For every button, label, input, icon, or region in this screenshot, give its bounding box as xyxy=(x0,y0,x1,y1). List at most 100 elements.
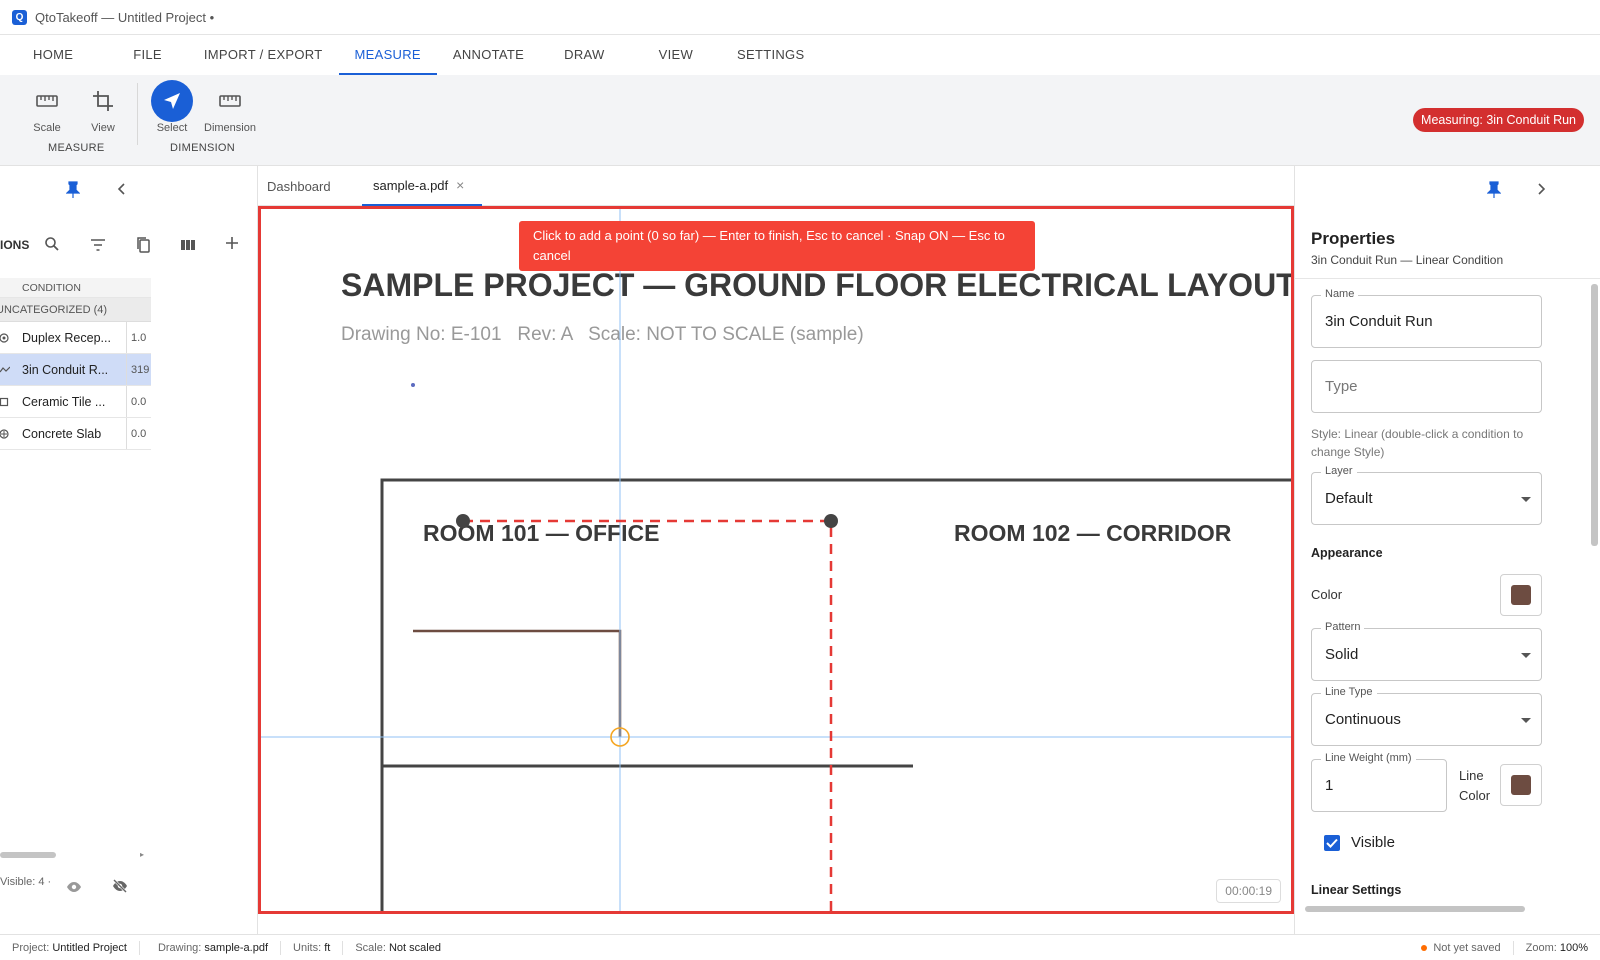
menu-bar: HOME FILE IMPORT / EXPORT MEASURE ANNOTA… xyxy=(0,35,1600,75)
layer-select[interactable]: Layer Default xyxy=(1311,465,1542,525)
condition-row[interactable]: Ceramic Tile ... 0.0 xyxy=(0,386,151,418)
line-color-swatch xyxy=(1511,775,1531,795)
collapse-right-icon[interactable] xyxy=(1537,182,1547,201)
ruler-icon xyxy=(209,80,251,122)
color-swatch-button[interactable] xyxy=(1500,574,1542,616)
document-tabs: Dashboard sample-a.pdf × xyxy=(258,166,1294,206)
status-project: Project: Untitled Project xyxy=(0,940,140,955)
tab-sample-pdf[interactable]: sample-a.pdf × xyxy=(362,166,482,206)
columns-icon[interactable] xyxy=(180,238,196,256)
condition-quantity: 1.0 xyxy=(126,322,151,353)
condition-name: 3in Conduit R... xyxy=(22,362,109,377)
drawing-meta: Drawing No: E-101 Rev: A Scale: NOT TO S… xyxy=(341,324,864,345)
line-type-select[interactable]: Line Type Continuous xyxy=(1311,686,1542,746)
ribbon-toolbar: Scale View Select Dimension MEASURE DIME… xyxy=(0,75,1600,166)
tab-draw[interactable]: DRAW xyxy=(540,35,636,75)
appearance-heading: Appearance xyxy=(1311,546,1383,560)
tab-annotate[interactable]: ANNOTATE xyxy=(437,35,540,75)
color-label: Color xyxy=(1311,587,1343,602)
line-weight-input[interactable]: Line Weight (mm) 1 xyxy=(1311,752,1447,812)
conduit-run-line[interactable] xyxy=(413,629,622,737)
style-note: Style: Linear (double-click a condition … xyxy=(1311,427,1524,459)
drawing-svg[interactable]: SAMPLE PROJECT — GROUND FLOOR ELECTRICAL… xyxy=(261,209,1291,911)
condition-name: Ceramic Tile ... xyxy=(22,394,106,409)
status-scale: Scale: Not scaled xyxy=(355,941,441,954)
tab-dashboard[interactable]: Dashboard xyxy=(267,166,331,206)
status-units: Units: ft xyxy=(281,940,344,955)
chevron-down-icon xyxy=(1521,718,1531,723)
condition-quantity: 0.0 xyxy=(126,418,151,449)
condition-column-header[interactable]: CONDITION xyxy=(0,278,151,298)
select-tool-label: Select xyxy=(156,122,188,134)
condition-quantity: 319 xyxy=(126,354,151,385)
properties-title: Properties xyxy=(1311,229,1396,248)
status-zoom: Zoom: 100% xyxy=(1525,941,1588,954)
chevron-down-icon xyxy=(1521,497,1531,502)
measure-group-label: MEASURE xyxy=(48,142,105,154)
tab-measure[interactable]: MEASURE xyxy=(338,35,437,75)
view-tool-label: View xyxy=(91,122,115,134)
dimension-measure-line xyxy=(463,519,833,911)
conditions-panel: IONS CONDITION UNCATEGORIZED (4) Duplex … xyxy=(0,166,258,934)
select-tool-button[interactable]: Select xyxy=(151,80,193,134)
properties-divider xyxy=(1295,278,1600,279)
type-field[interactable]: Type xyxy=(1311,360,1542,413)
title-bar: Q QtoTakeoff — Untitled Project • xyxy=(0,0,1600,35)
drawing-canvas[interactable]: SAMPLE PROJECT — GROUND FLOOR ELECTRICAL… xyxy=(258,206,1294,914)
eye-off-icon[interactable] xyxy=(112,879,128,898)
condition-group-header[interactable]: UNCATEGORIZED (4) xyxy=(0,298,151,322)
room-102-label: ROOM 102 — CORRIDOR xyxy=(954,520,1232,546)
horizontal-scrollbar-thumb[interactable] xyxy=(0,852,56,858)
properties-subtitle: 3in Conduit Run — Linear Condition xyxy=(1311,253,1504,267)
close-tab-icon[interactable]: × xyxy=(456,177,464,193)
scroll-right-icon[interactable]: ▸ xyxy=(140,850,144,859)
pin-icon[interactable] xyxy=(1486,181,1502,204)
checkmark-icon xyxy=(1326,838,1338,848)
dimension-tool-button[interactable]: Dimension xyxy=(204,80,256,134)
copy-icon[interactable] xyxy=(135,236,151,259)
linear-icon xyxy=(0,366,10,374)
filter-icon[interactable] xyxy=(90,238,106,256)
name-field[interactable]: Name 3in Conduit Run xyxy=(1311,288,1542,348)
color-swatch xyxy=(1511,585,1531,605)
conditions-title: IONS xyxy=(0,238,30,252)
measure-point-end[interactable] xyxy=(824,514,838,528)
search-icon[interactable] xyxy=(44,236,60,257)
marker-dot xyxy=(411,383,415,387)
window-title: QtoTakeoff — Untitled Project • xyxy=(35,9,215,25)
condition-row[interactable]: Duplex Recep... 1.0 xyxy=(0,322,151,354)
ruler-icon xyxy=(26,80,68,122)
condition-row[interactable]: Concrete Slab 0.0 xyxy=(0,418,151,450)
measure-point-start[interactable] xyxy=(456,514,470,528)
app-logo-icon: Q xyxy=(12,9,27,25)
vertical-scrollbar-thumb[interactable] xyxy=(1591,284,1598,546)
visible-checkbox[interactable] xyxy=(1324,835,1340,851)
condition-name: Duplex Recep... xyxy=(22,330,111,345)
conditions-table: CONDITION UNCATEGORIZED (4) Duplex Recep… xyxy=(0,278,151,450)
visible-label: Visible xyxy=(1351,834,1395,851)
tab-view[interactable]: VIEW xyxy=(637,35,721,75)
pattern-select[interactable]: Pattern Solid xyxy=(1311,621,1542,681)
tab-import-export[interactable]: IMPORT / EXPORT xyxy=(188,35,339,75)
properties-horizontal-scrollbar[interactable] xyxy=(1305,906,1525,912)
condition-row-selected[interactable]: 3in Conduit R... 319 xyxy=(0,354,151,386)
crosshair xyxy=(261,209,1291,911)
view-tool-button[interactable]: View xyxy=(82,80,124,134)
tab-home[interactable]: HOME xyxy=(17,35,89,75)
drawing-title: SAMPLE PROJECT — GROUND FLOOR ELECTRICAL… xyxy=(341,267,1291,303)
tab-file[interactable]: FILE xyxy=(89,35,188,75)
dimension-tool-label: Dimension xyxy=(204,122,256,134)
tab-settings[interactable]: SETTINGS xyxy=(721,35,820,75)
session-timer: 00:00:19 xyxy=(1216,879,1281,903)
collapse-left-icon[interactable] xyxy=(116,182,126,201)
properties-panel: Properties 3in Conduit Run — Linear Cond… xyxy=(1294,166,1600,934)
pin-icon[interactable] xyxy=(65,181,81,204)
status-save-state: Not yet saved xyxy=(1409,940,1514,955)
measuring-status-badge: Measuring: 3in Conduit Run xyxy=(1413,108,1584,132)
eye-icon[interactable] xyxy=(66,880,82,898)
navigation-arrow-icon xyxy=(151,80,193,122)
point-icon xyxy=(0,332,10,343)
add-condition-icon[interactable] xyxy=(225,236,239,255)
line-color-swatch-button[interactable] xyxy=(1500,764,1542,806)
scale-tool-button[interactable]: Scale xyxy=(26,80,68,134)
